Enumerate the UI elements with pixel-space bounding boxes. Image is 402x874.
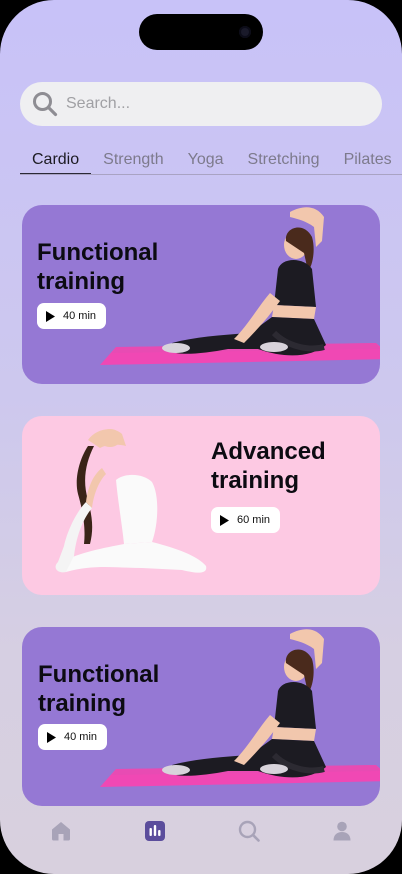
stats-icon[interactable]: [143, 819, 167, 843]
play-icon: [47, 731, 56, 743]
profile-icon[interactable]: [330, 819, 354, 843]
front-camera: [239, 26, 251, 38]
duration-play-button[interactable]: 40 min: [38, 724, 108, 750]
search-input[interactable]: [66, 95, 346, 113]
tab-strength[interactable]: Strength: [91, 148, 175, 174]
play-icon: [220, 514, 229, 526]
duration-play-button[interactable]: 40 min: [37, 303, 107, 329]
tab-stretching[interactable]: Stretching: [236, 148, 332, 174]
tab-cardio[interactable]: Cardio: [20, 148, 92, 174]
app-screen: Cardio Strength Yoga Stretching Pilates …: [0, 0, 402, 874]
search-bar[interactable]: [20, 82, 382, 126]
duration-label: 40 min: [64, 731, 98, 743]
card-title: Advanced training: [211, 438, 326, 494]
yoga-woman-side-stretch-image: [100, 629, 380, 787]
search-icon[interactable]: [237, 819, 261, 843]
play-icon: [46, 310, 55, 322]
bottom-nav: [0, 805, 402, 855]
tab-yoga[interactable]: Yoga: [176, 148, 236, 174]
category-tabs: Cardio Strength Yoga Stretching Pilates: [20, 148, 402, 175]
tab-pilates[interactable]: Pilates: [332, 148, 402, 174]
home-icon[interactable]: [49, 819, 73, 843]
workout-card-functional[interactable]: Functional training 40 min: [22, 205, 380, 384]
workout-card-advanced[interactable]: Advanced training 60 min: [22, 416, 380, 595]
duration-play-button[interactable]: 60 min: [211, 507, 281, 533]
search-icon: [33, 92, 58, 117]
yoga-woman-backbend-image: [55, 429, 207, 573]
duration-label: 40 min: [63, 310, 97, 322]
dynamic-island: [139, 14, 263, 50]
workout-card-functional[interactable]: Functional training 40 min: [22, 627, 380, 806]
duration-label: 60 min: [237, 514, 271, 526]
yoga-woman-side-stretch-image: [100, 207, 380, 365]
